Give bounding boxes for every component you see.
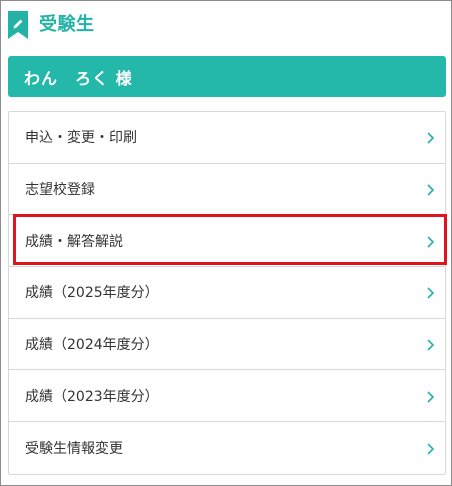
section-header: 受験生 xyxy=(1,1,451,53)
section-title: 受験生 xyxy=(39,14,95,35)
user-name-banner: わん ろく 様 xyxy=(8,56,446,97)
chevron-right-icon xyxy=(427,287,435,299)
menu-item-label: 志望校登録 xyxy=(25,182,95,199)
menu-item-results-answers[interactable]: 成績・解答解説 xyxy=(9,215,445,268)
chevron-right-icon xyxy=(427,132,435,144)
chevron-right-icon xyxy=(427,443,435,455)
menu-list: 申込・変更・印刷 志望校登録 成績・解答解説 成績（2025年度分） 成績（20… xyxy=(8,111,446,475)
menu-item-results-2025[interactable]: 成績（2025年度分） xyxy=(9,267,445,319)
menu-item-label: 成績・解答解説 xyxy=(25,233,123,250)
menu-item-candidate-info[interactable]: 受験生情報変更 xyxy=(9,422,445,474)
menu-item-results-2023[interactable]: 成績（2023年度分） xyxy=(9,370,445,423)
menu-item-application[interactable]: 申込・変更・印刷 xyxy=(9,112,445,164)
pencil-badge-icon xyxy=(8,11,28,39)
app-frame: 受験生 わん ろく 様 申込・変更・印刷 志望校登録 成績・解答解説 成績（20… xyxy=(0,0,452,486)
menu-item-school-registration[interactable]: 志望校登録 xyxy=(9,164,445,216)
menu-item-label: 成績（2025年度分） xyxy=(25,285,159,302)
menu-item-label: 受験生情報変更 xyxy=(25,440,123,457)
menu-item-label: 成績（2024年度分） xyxy=(25,337,159,354)
menu-item-label: 申込・変更・印刷 xyxy=(25,130,137,147)
chevron-right-icon xyxy=(427,391,435,403)
menu-item-label: 成績（2023年度分） xyxy=(25,388,159,405)
user-name: わん ろく 様 xyxy=(24,68,133,88)
menu-item-results-2024[interactable]: 成績（2024年度分） xyxy=(9,319,445,371)
chevron-right-icon xyxy=(427,184,435,196)
chevron-right-icon xyxy=(427,339,435,351)
chevron-right-icon xyxy=(427,236,435,248)
